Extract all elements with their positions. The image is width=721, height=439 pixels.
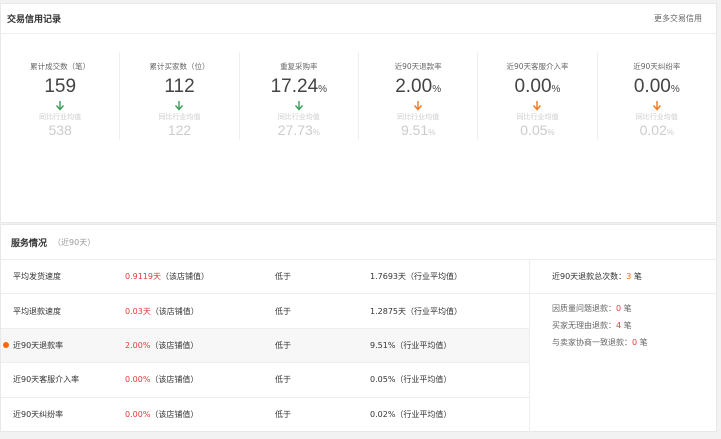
table-row[interactable]: 平均发货速度 0.9119天（该店铺值） 低于 1.7693天（行业平均值） (1, 260, 529, 295)
table-row[interactable]: 平均退款速度 0.03天（该店铺值） 低于 1.2875天（行业平均值） (1, 294, 529, 329)
arrow-down-icon (414, 101, 423, 111)
more-credit-link[interactable]: 更多交易信用 (654, 13, 702, 24)
refund-negotiated-item: 与卖家协商一致退款：0 笔 (552, 338, 648, 347)
stat-total-buyers: 累计买家数（位） 112 同比行业均值 122 (120, 52, 240, 140)
compare-label: 同比行业均值 (277, 113, 320, 121)
compare-value: 0.02% (639, 122, 674, 138)
service-card: 服务情况 （近90天） 平均发货速度 0.9119天（该店铺值） 低于 1.76… (0, 224, 717, 432)
compare-value: 9.51% (400, 122, 436, 138)
compare-value: 0.05% (520, 122, 555, 138)
stat-value: 0.00% (633, 76, 680, 97)
compare-value: 538 (48, 122, 72, 138)
table-row[interactable]: 近90天纠纷率 0.00%（该店铺值） 低于 0.02%（行业平均值） (1, 398, 529, 432)
stat-repeat-rate: 重复采购率 17.24% 同比行业均值 27.73% (240, 52, 359, 140)
stat-label: 近90天退款率 (394, 62, 442, 71)
metric-name: 平均发货速度 (13, 272, 61, 282)
refund-no-reason-item: 买家无理由退款：4 笔 (552, 321, 632, 330)
compare-label: 同比行业均值 (397, 113, 440, 121)
industry-value: 0.02%（行业平均值） (370, 410, 452, 420)
metric-name: 近90天客服介入率 (13, 375, 80, 385)
compare-label: 同比行业均值 (39, 113, 82, 121)
compare-label: 同比行业均值 (158, 113, 201, 121)
arrow-down-icon (533, 101, 542, 111)
compare-text: 低于 (275, 410, 291, 420)
arrow-down-icon (652, 101, 661, 111)
credit-record-card: 交易信用记录 更多交易信用 累计成交数（笔） 159 同比行业均值 538 累计… (0, 3, 717, 223)
service-table: 平均发货速度 0.9119天（该店铺值） 低于 1.7693天（行业平均值） 平… (1, 260, 530, 432)
stat-dispute-rate: 近90天纠纷率 0.00% 同比行业均值 0.02% (598, 52, 716, 140)
compare-value: 27.73% (277, 122, 320, 138)
arrow-down-icon (294, 101, 303, 111)
refund-breakdown: 因质量问题退款：0 笔 买家无理由退款：4 笔 与卖家协商一致退款：0 笔 (552, 294, 716, 351)
arrow-down-icon (175, 101, 184, 111)
industry-value: 9.51%（行业平均值） (370, 340, 452, 350)
shop-value: 0.9119天（该店铺值） (125, 272, 209, 282)
arrow-down-icon (56, 101, 65, 111)
service-header: 服务情况 （近90天） (1, 225, 716, 260)
metric-name: 平均退款速度 (13, 306, 61, 316)
compare-text: 低于 (275, 272, 291, 282)
industry-value: 0.05%（行业平均值） (370, 375, 452, 385)
credit-record-header: 交易信用记录 更多交易信用 (1, 4, 716, 34)
shop-value: 0.00%（该店铺值） (125, 410, 199, 420)
metric-name: 近90天纠纷率 (13, 410, 64, 420)
stat-total-deals: 累计成交数（笔） 159 同比行业均值 538 (1, 52, 121, 140)
compare-label: 同比行业均值 (516, 113, 559, 121)
table-row[interactable]: 近90天客服介入率 0.00%（该店铺值） 低于 0.05%（行业平均值） (1, 363, 529, 398)
stat-refund-rate: 近90天退款率 2.00% 同比行业均值 9.51% (359, 52, 479, 140)
service-title: 服务情况 (11, 238, 48, 249)
stat-value: 0.00% (514, 76, 561, 97)
service-body: 平均发货速度 0.9119天（该店铺值） 低于 1.7693天（行业平均值） 平… (1, 260, 716, 432)
card-title: 交易信用记录 (7, 15, 62, 25)
service-subtitle: （近90天） (53, 237, 96, 247)
stat-value: 112 (164, 76, 195, 97)
stat-label: 近90天客服介入率 (506, 62, 569, 71)
refund-total: 近90天退款总次数：3 笔 (530, 260, 716, 294)
refund-summary-panel: 近90天退款总次数：3 笔 因质量问题退款：0 笔 买家无理由退款：4 笔 与卖… (530, 260, 716, 432)
table-row-active[interactable]: 近90天退款率 2.00%（该店铺值） 低于 9.51%（行业平均值） (1, 328, 529, 364)
stat-label: 近90天纠纷率 (633, 62, 681, 71)
shop-value: 2.00%（该店铺值） (125, 340, 199, 350)
compare-text: 低于 (275, 375, 291, 385)
stat-label: 重复采购率 (280, 62, 318, 71)
refund-quality-item: 因质量问题退款：0 笔 (552, 304, 632, 313)
compare-text: 低于 (275, 306, 291, 316)
shop-value: 0.03天（该店铺值） (125, 306, 199, 316)
metric-name: 近90天退款率 (13, 340, 64, 350)
stats-row: 累计成交数（笔） 159 同比行业均值 538 累计买家数（位） 112 同比行… (1, 52, 716, 140)
stat-value: 2.00% (395, 76, 442, 97)
stat-value: 17.24% (270, 76, 328, 97)
industry-value: 1.7693天（行业平均值） (370, 272, 462, 282)
industry-value: 1.2875天（行业平均值） (370, 306, 462, 316)
compare-value: 122 (167, 122, 192, 138)
stat-value: 159 (44, 76, 77, 97)
compare-text: 低于 (275, 340, 291, 350)
compare-label: 同比行业均值 (635, 113, 678, 121)
stat-service-intervention-rate: 近90天客服介入率 0.00% 同比行业均值 0.05% (478, 52, 598, 140)
stat-label: 累计成交数（笔） (30, 62, 91, 71)
shop-value: 0.00%（该店铺值） (125, 375, 199, 385)
stat-label: 累计买家数（位） (149, 62, 210, 71)
